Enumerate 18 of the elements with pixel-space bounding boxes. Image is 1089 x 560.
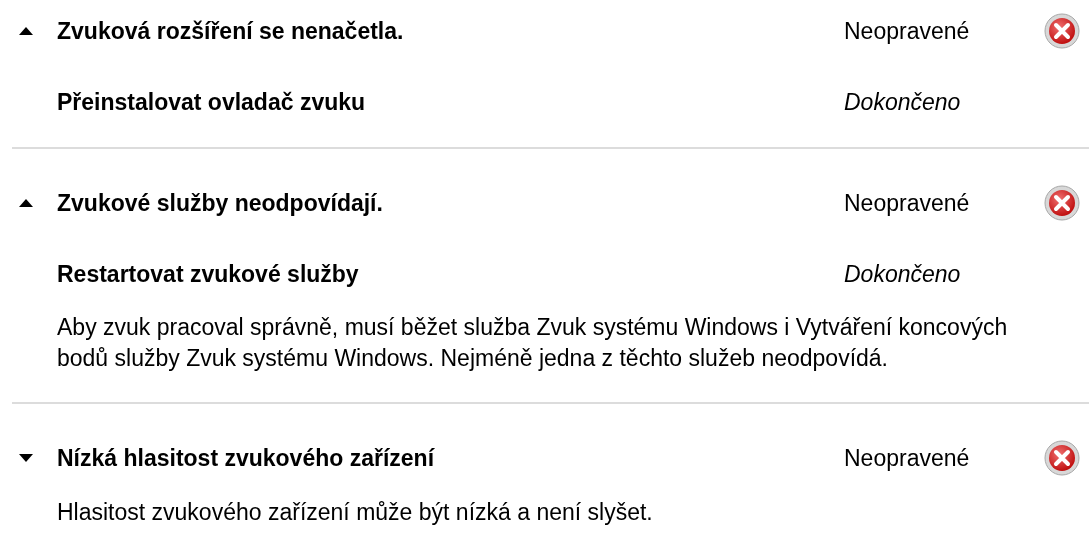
collapse-arrow-icon[interactable]	[18, 198, 34, 208]
error-icon	[1044, 13, 1080, 49]
issue-description: Hlasitost zvukového zařízení může být nízká a není slyšet.	[56, 498, 654, 527]
issue-title[interactable]: Zvukové služby neodpovídají.	[57, 185, 844, 221]
collapse-arrow-icon[interactable]	[18, 26, 34, 36]
action-status: Dokončeno	[844, 259, 961, 289]
action-label: Restartovat zvukové služby	[57, 259, 360, 289]
issue-description: Aby zvuk pracoval správně, musí běžet služba Zvuk systému Windows i Vytváření koncových bodů služby Zvuk systému Windows. Nejméně jedna z těchto služeb neodpovídá.	[56, 313, 1009, 373]
issue-title[interactable]: Nízká hlasitost zvukového zařízení	[57, 440, 844, 476]
error-icon	[1044, 440, 1080, 476]
issue-title[interactable]: Zvuková rozšíření se nenačetla.	[57, 13, 844, 49]
issue-status: Neopravené	[844, 16, 971, 46]
issue-status: Neopravené	[844, 188, 971, 218]
error-icon	[1044, 185, 1080, 221]
issue-status: Neopravené	[844, 443, 971, 473]
action-label: Přeinstalovat ovladač zvuku	[57, 87, 367, 117]
expand-arrow-icon[interactable]	[18, 453, 34, 463]
action-status: Dokončeno	[844, 87, 961, 117]
